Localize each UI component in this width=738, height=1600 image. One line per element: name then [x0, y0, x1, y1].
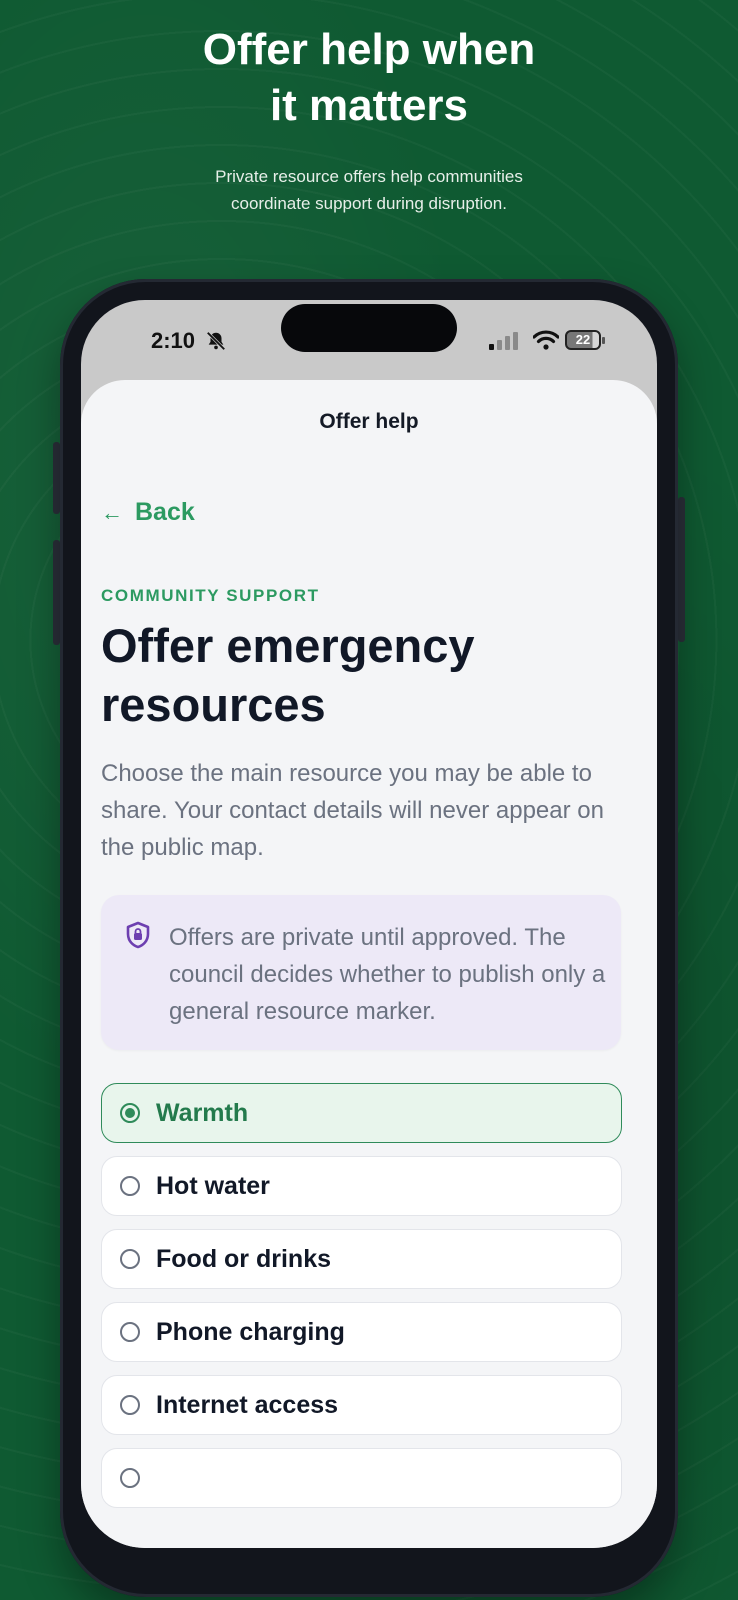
headline-line-1: Offer help when	[202, 25, 536, 74]
arrow-left-icon: ←	[101, 499, 123, 525]
section-eyebrow: COMMUNITY SUPPORT	[101, 586, 320, 605]
volume-up-button	[53, 442, 60, 514]
dynamic-island	[281, 304, 457, 352]
option-label: Food or drinks	[156, 1244, 331, 1273]
promo-subhead: Private resource offers help communities…	[0, 163, 738, 217]
battery-tip	[602, 337, 605, 344]
battery-indicator: 22	[565, 330, 601, 350]
page-title: Offer emergency resources	[101, 619, 475, 731]
option-food-or-drinks[interactable]: Food or drinks	[101, 1229, 622, 1289]
power-button	[678, 497, 685, 642]
radio-icon	[120, 1395, 140, 1415]
option-label: Phone charging	[156, 1317, 345, 1346]
radio-icon	[120, 1322, 140, 1342]
back-label: Back	[135, 498, 195, 526]
privacy-notice: Offers are private until approved. The c…	[101, 895, 621, 1050]
option-label: Hot water	[156, 1171, 270, 1200]
option-phone-charging[interactable]: Phone charging	[101, 1302, 622, 1362]
option-warmth[interactable]: Warmth	[101, 1083, 622, 1143]
page-description: Choose the main resource you may be able…	[101, 760, 604, 861]
headline-line-2: it matters	[269, 81, 469, 130]
shield-lock-icon	[126, 921, 150, 949]
option-internet-access[interactable]: Internet access	[101, 1375, 622, 1435]
option-label: Internet access	[156, 1390, 339, 1419]
back-button[interactable]: ← Back	[101, 498, 195, 527]
subhead-line-1: Private resource offers help communities	[215, 167, 523, 186]
bell-off-icon	[206, 331, 226, 351]
sheet-title: Offer help	[319, 410, 419, 433]
volume-down-button	[53, 540, 60, 645]
wifi-icon	[533, 330, 559, 350]
status-bar: 2:10 22	[81, 300, 657, 380]
option-label: Warmth	[156, 1098, 249, 1127]
radio-icon	[120, 1176, 140, 1196]
resource-options: Warmth Hot water Food or drinks Phone ch…	[101, 1083, 622, 1521]
status-time: 2:10	[151, 328, 196, 353]
option-partial[interactable]	[101, 1448, 622, 1508]
promo-headline: Offer help when it matters	[0, 22, 738, 134]
bottom-sheet: Offer help ← Back COMMUNITY SUPPORT Offe…	[81, 380, 657, 1548]
radio-icon	[120, 1468, 140, 1488]
privacy-notice-text: Offers are private until approved. The c…	[169, 924, 606, 1025]
radio-icon	[120, 1249, 140, 1269]
radio-selected-icon	[120, 1103, 140, 1123]
option-hot-water[interactable]: Hot water	[101, 1156, 622, 1216]
phone-screen: 2:10 22 Offer help ← Back COMMUNITY SUPP	[81, 300, 657, 1548]
cellular-signal-icon	[489, 332, 518, 350]
subhead-line-2: coordinate support during disruption.	[231, 194, 507, 213]
